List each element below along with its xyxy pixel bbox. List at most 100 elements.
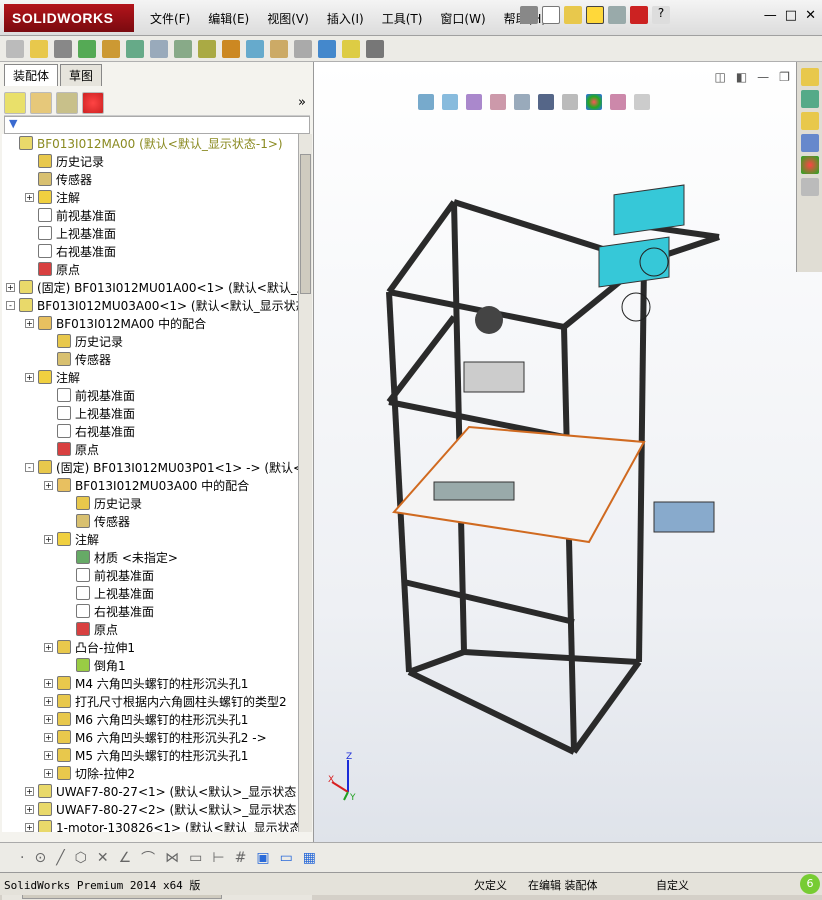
collapse-icon[interactable]: -	[25, 462, 34, 472]
display-manager-icon[interactable]	[82, 91, 104, 114]
traffic-light-icon[interactable]	[630, 6, 648, 24]
expand-icon[interactable]: +	[44, 714, 53, 724]
scroll-thumb[interactable]	[300, 154, 311, 294]
tree-item[interactable]: + 注解	[44, 530, 99, 548]
assembly-model[interactable]	[314, 62, 822, 842]
tree-item[interactable]: + M6 六角凹头螺钉的柱形沉头孔1	[44, 710, 248, 728]
menu-item-4[interactable]: 工具(T)	[380, 8, 425, 29]
explode-line-icon[interactable]	[294, 39, 312, 58]
expand-icon[interactable]: +	[44, 750, 53, 760]
tree-item[interactable]: + 凸台-拉伸1	[44, 638, 135, 656]
tree-item[interactable]: + M6 六角凹头螺钉的柱形沉头孔2 ->	[44, 728, 267, 746]
tree-item[interactable]: 右视基准面	[63, 602, 154, 620]
tree-item[interactable]: 上视基准面	[44, 404, 135, 422]
maximize-icon[interactable]: □	[785, 8, 797, 23]
pin-icon[interactable]	[520, 6, 538, 24]
notification-badge[interactable]: 6	[800, 874, 820, 894]
pattern-icon[interactable]	[78, 39, 96, 58]
arc-icon[interactable]: ⌒	[141, 848, 155, 868]
clearance-icon[interactable]	[342, 39, 360, 58]
tree-vertical-scrollbar[interactable]	[298, 134, 312, 832]
open-icon[interactable]	[30, 39, 48, 58]
tree-item[interactable]: + 切除-拉伸2	[44, 764, 135, 782]
expand-icon[interactable]: +	[6, 282, 15, 292]
tree-item[interactable]: + M5 六角凹头螺钉的柱形沉头孔1	[44, 746, 248, 764]
solidworks-logo[interactable]: SOLIDWORKS	[4, 4, 134, 32]
tree-item[interactable]: + 注解	[25, 368, 80, 386]
line-icon[interactable]: ╱	[56, 850, 64, 866]
tree-item[interactable]: 原点	[25, 260, 80, 278]
tab-assembly[interactable]: 装配体	[4, 64, 59, 86]
tree-item[interactable]: 右视基准面	[44, 422, 135, 440]
trim-icon[interactable]: ✕	[97, 850, 109, 866]
expand-icon[interactable]: +	[44, 534, 53, 544]
expand-icon[interactable]: +	[44, 768, 53, 778]
mate-tool-icon[interactable]	[54, 39, 72, 58]
smart-fastener-icon[interactable]	[102, 39, 120, 58]
insert-component-icon[interactable]	[6, 39, 24, 58]
units-selector[interactable]: 自定义	[656, 877, 689, 893]
four-view-icon[interactable]: ▦	[303, 850, 316, 866]
grid-icon[interactable]: #	[235, 850, 247, 866]
open-folder-icon[interactable]	[564, 6, 582, 24]
tree-item[interactable]: - BF013I012MU03A00<1> (默认<默认_显示状态-1>	[6, 296, 298, 314]
mirror-icon[interactable]: ⋈	[165, 850, 179, 866]
expand-icon[interactable]: +	[25, 192, 34, 202]
expand-icon[interactable]: +	[44, 642, 53, 652]
new-motion-study-icon[interactable]	[222, 39, 240, 58]
expand-icon[interactable]: +	[44, 678, 53, 688]
home-icon[interactable]	[801, 68, 819, 86]
collapse-icon[interactable]: -	[6, 300, 15, 310]
print-icon[interactable]	[608, 6, 626, 24]
polygon-icon[interactable]: ⬡	[75, 850, 87, 866]
reference-geometry-icon[interactable]	[198, 39, 216, 58]
tree-item[interactable]: 历史记录	[63, 494, 142, 512]
tree-item[interactable]: + UWAF7-80-27<2> (默认<默认>_显示状态 1>	[25, 800, 298, 818]
warning-icon[interactable]	[586, 6, 604, 24]
expand-icon[interactable]: +	[25, 318, 34, 328]
tree-item[interactable]: + (固定) BF013I012MU01A00<1> (默认<默认_显示	[6, 278, 298, 296]
configuration-manager-icon[interactable]	[56, 91, 78, 114]
view-palette-icon[interactable]	[801, 134, 819, 152]
custom-properties-icon[interactable]	[801, 178, 819, 196]
tree-item[interactable]: +1-motor-130826<1> (默认<默认_显示状态-1>)	[25, 818, 298, 832]
expand-icon[interactable]: +	[25, 822, 34, 832]
tree-item[interactable]: 传感器	[44, 350, 111, 368]
single-view-icon[interactable]: ▭	[280, 850, 293, 866]
tree-item[interactable]: + 打孔尺寸根据内六角圆柱头螺钉的类型2	[44, 692, 287, 710]
tab-sketch[interactable]: 草图	[60, 64, 103, 86]
help-icon[interactable]: ?	[652, 6, 670, 24]
tree-item[interactable]: 历史记录	[44, 332, 123, 350]
expand-icon[interactable]: +	[44, 732, 53, 742]
assembly-features-icon[interactable]	[174, 39, 192, 58]
tree-item[interactable]: + BF013I012MU03A00 中的配合	[44, 476, 249, 494]
tree-item[interactable]: + M4 六角凹头螺钉的柱形沉头孔1	[44, 674, 248, 692]
circle-icon[interactable]: ⊙	[34, 850, 46, 866]
menu-item-3[interactable]: 插入(I)	[325, 8, 366, 29]
close-icon[interactable]: ✕	[805, 8, 816, 23]
instant3d-icon[interactable]	[366, 39, 384, 58]
angle-icon[interactable]: ∠	[119, 850, 132, 866]
expand-chevron-icon[interactable]: »	[298, 95, 310, 110]
expand-icon[interactable]: +	[44, 480, 53, 490]
menu-item-2[interactable]: 视图(V)	[265, 8, 311, 29]
point-icon[interactable]: ·	[20, 850, 24, 866]
new-document-icon[interactable]	[542, 6, 560, 24]
tree-item[interactable]: 上视基准面	[25, 224, 116, 242]
expand-icon[interactable]: +	[25, 372, 34, 382]
exploded-view-icon[interactable]	[270, 39, 288, 58]
bill-of-materials-icon[interactable]	[246, 39, 264, 58]
tree-item[interactable]: 上视基准面	[63, 584, 154, 602]
tree-item[interactable]: 原点	[44, 440, 99, 458]
show-hidden-icon[interactable]	[150, 39, 168, 58]
tree-item[interactable]: 传感器	[63, 512, 130, 530]
interference-icon[interactable]	[318, 39, 336, 58]
tree-item[interactable]: + UWAF7-80-27<1> (默认<默认>_显示状态 1>	[25, 782, 298, 800]
appearances-icon[interactable]	[801, 156, 819, 174]
menu-item-5[interactable]: 窗口(W)	[438, 8, 487, 29]
expand-icon[interactable]: +	[44, 696, 53, 706]
graphics-area[interactable]: ◫ ◧ — ❐ ✕	[314, 62, 822, 842]
tree-item[interactable]: 右视基准面	[25, 242, 116, 260]
tree-item[interactable]: - (固定) BF013I012MU03P01<1> -> (默认<默	[25, 458, 298, 476]
tree-item[interactable]: 历史记录	[25, 152, 104, 170]
